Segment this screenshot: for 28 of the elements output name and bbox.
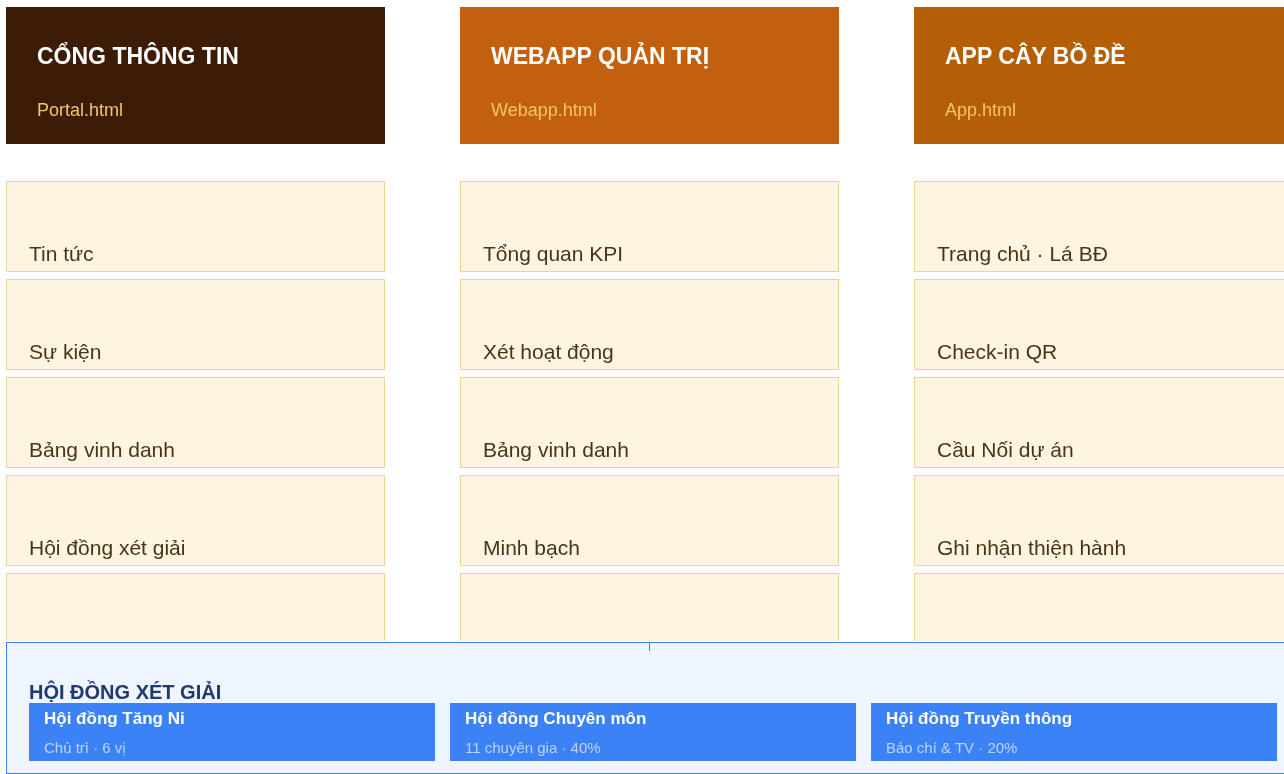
menu-card[interactable]: Xét hoạt động (460, 279, 839, 370)
menu-card[interactable]: Tổng quan KPI (460, 181, 839, 272)
panel-title: HỘI ĐỒNG XÉT GIẢI (29, 681, 223, 703)
menu-card[interactable]: Ghi nhận thiện hành (914, 475, 1284, 566)
column-title: WEBAPP QUẢN TRỊ (491, 43, 711, 70)
menu-card[interactable]: Sự kiện (6, 279, 385, 370)
column-title: CỔNG THÔNG TIN (37, 43, 240, 70)
menu-card[interactable]: Tin tức (6, 181, 385, 272)
menu-card[interactable]: Bảng vinh danh (6, 377, 385, 468)
council-card[interactable]: Hội đồng Truyền thông Báo chí & TV · 20% (871, 703, 1277, 761)
menu-card[interactable]: Trang chủ · Lá BĐ (914, 181, 1284, 272)
council-name: Hội đồng Tăng Ni (44, 709, 186, 729)
council-name: Hội đồng Truyền thông (886, 709, 1074, 729)
council-card[interactable]: Hội đồng Chuyên môn 11 chuyên gia · 40% (450, 703, 856, 761)
menu-card[interactable]: Check-in QR (914, 279, 1284, 370)
menu-card[interactable]: Hội đồng xét giải (6, 475, 385, 566)
file-name: App.html (945, 100, 1018, 121)
council-detail: Chủ trì · 6 vị (44, 739, 127, 756)
file-name: Portal.html (37, 100, 125, 121)
council-name: Hội đồng Chuyên môn (465, 709, 648, 729)
menu-card[interactable]: Cầu Nối dự án (914, 377, 1284, 468)
column-title: APP CÂY BỒ ĐỀ (945, 43, 1127, 70)
council-card[interactable]: Hội đồng Tăng Ni Chủ trì · 6 vị (29, 703, 435, 761)
menu-card[interactable]: Minh bạch (460, 475, 839, 566)
council-detail: Báo chí & TV · 20% (886, 739, 1019, 756)
file-name: Webapp.html (491, 100, 598, 121)
menu-card[interactable]: Bảng vinh danh (460, 377, 839, 468)
council-detail: 11 chuyên gia · 40% (465, 739, 602, 756)
